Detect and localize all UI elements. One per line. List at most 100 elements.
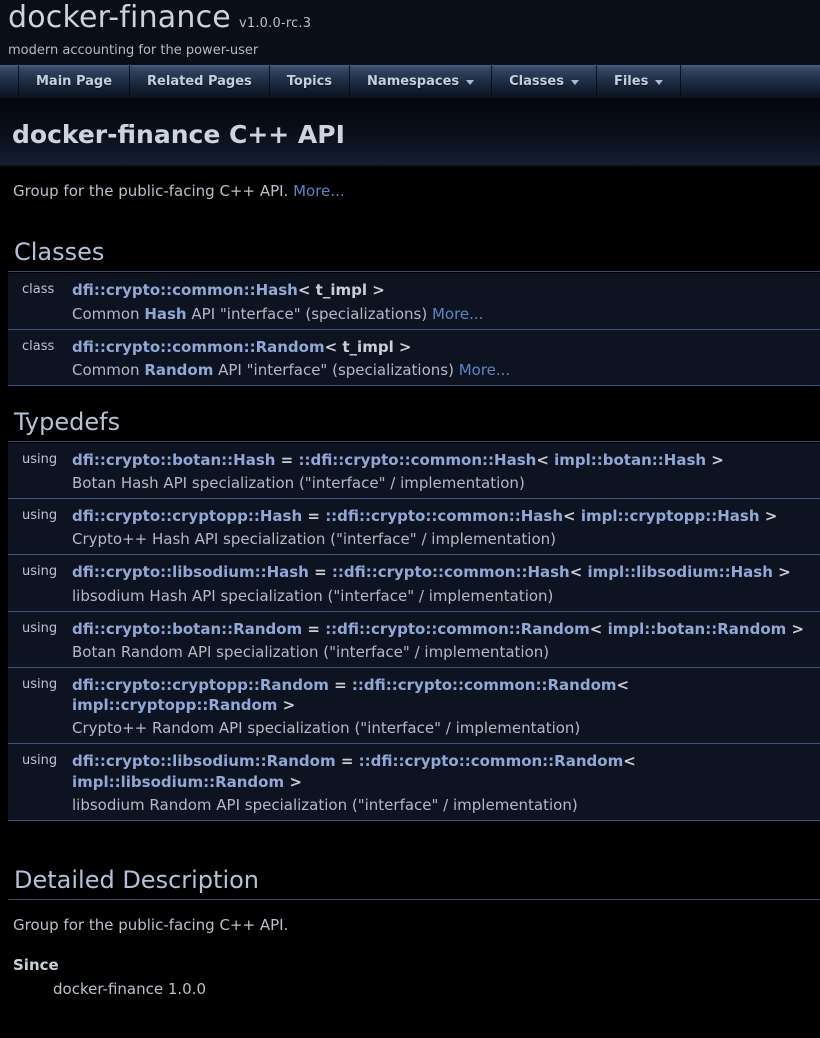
angle-close: >	[760, 507, 778, 525]
typedef-target-link[interactable]: ::dfi::crypto::common::Random	[325, 620, 590, 638]
nav-tab-classes[interactable]: Classes	[491, 65, 596, 98]
nav-tab-main-page-label: Main Page	[36, 74, 112, 89]
nav-tab-topics[interactable]: Topics	[269, 65, 349, 98]
class-more-link[interactable]: More...	[432, 305, 484, 323]
class-more-link[interactable]: More...	[459, 361, 511, 379]
desc-class-link[interactable]: Hash	[144, 305, 186, 323]
nav-tab-namespaces[interactable]: Namespaces	[349, 65, 491, 98]
typedef-impl-link[interactable]: impl::botan::Random	[608, 620, 787, 638]
since-label: Since	[13, 956, 820, 974]
nav-tab-classes-label: Classes	[509, 74, 564, 89]
intro-more-link[interactable]: More...	[293, 182, 345, 200]
nav-tab-related-pages[interactable]: Related Pages	[129, 65, 269, 98]
typedef-kind-label: using	[8, 562, 72, 604]
classes-table: class dfi::crypto::common::Hash< t_impl …	[8, 273, 820, 386]
desc-text: Common	[72, 361, 144, 379]
angle-open: <	[563, 507, 581, 525]
typedef-description: Botan Random API specialization ("interf…	[72, 643, 816, 661]
typedef-target-link[interactable]: ::dfi::crypto::common::Hash	[325, 507, 563, 525]
typedef-name-link[interactable]: dfi::crypto::libsodium::Random	[72, 752, 336, 770]
typedef-name-link[interactable]: dfi::crypto::botan::Hash	[72, 451, 275, 469]
typedef-name-link[interactable]: dfi::crypto::libsodium::Hash	[72, 563, 309, 581]
desc-class-link[interactable]: Random	[144, 361, 213, 379]
angle-open: <	[623, 752, 636, 770]
page-title: docker-finance C++ API	[12, 120, 820, 149]
typedef-declaration: dfi::crypto::libsodium::Random = ::dfi::…	[72, 751, 816, 792]
typedefs-section-heading: Typedefs	[8, 408, 820, 442]
class-name-link[interactable]: dfi::crypto::common::Random	[72, 338, 325, 356]
desc-text: API "interface" (specializations)	[213, 361, 458, 379]
angle-close: >	[277, 696, 295, 714]
detailed-description-heading: Detailed Description	[8, 866, 820, 900]
typedef-declaration: dfi::crypto::cryptopp::Hash = ::dfi::cry…	[72, 506, 816, 526]
since-value: docker-finance 1.0.0	[53, 980, 820, 998]
desc-text: Common	[72, 305, 144, 323]
typedef-impl-link[interactable]: impl::botan::Hash	[554, 451, 706, 469]
angle-open: <	[590, 620, 608, 638]
typedef-row: using dfi::crypto::botan::Random = ::dfi…	[8, 612, 820, 668]
typedef-impl-link[interactable]: impl::libsodium::Hash	[588, 563, 773, 581]
class-declaration: dfi::crypto::common::Random< t_impl >	[72, 337, 816, 357]
typedef-impl-link[interactable]: impl::cryptopp::Random	[72, 696, 277, 714]
class-kind-label: class	[8, 337, 72, 379]
nav-tab-main-page[interactable]: Main Page	[18, 65, 129, 98]
main-nav: Main Page Related Pages Topics Namespace…	[0, 65, 820, 99]
typedef-name-link[interactable]: dfi::crypto::cryptopp::Random	[72, 676, 329, 694]
typedef-description: Botan Hash API specialization ("interfac…	[72, 474, 816, 492]
equals-sign: =	[336, 752, 359, 770]
typedef-declaration: dfi::crypto::botan::Random = ::dfi::cryp…	[72, 619, 816, 639]
classes-section-heading: Classes	[8, 238, 820, 272]
typedef-row: using dfi::crypto::cryptopp::Hash = ::df…	[8, 499, 820, 555]
detailed-description-text: Group for the public-facing C++ API.	[13, 915, 820, 935]
class-description: Common Random API "interface" (specializ…	[72, 361, 816, 379]
angle-close: >	[284, 773, 302, 791]
angle-open: <	[617, 676, 630, 694]
chevron-down-icon	[466, 80, 474, 85]
typedef-row: using dfi::crypto::libsodium::Random = :…	[8, 744, 820, 821]
typedef-target-link[interactable]: ::dfi::crypto::common::Hash	[332, 563, 570, 581]
intro-text-body: Group for the public-facing C++ API.	[13, 182, 293, 200]
intro-text: Group for the public-facing C++ API. Mor…	[13, 181, 820, 201]
typedef-row: using dfi::crypto::libsodium::Hash = ::d…	[8, 555, 820, 611]
class-name-link[interactable]: dfi::crypto::common::Hash	[72, 281, 298, 299]
typedef-kind-label: using	[8, 450, 72, 492]
contents: Group for the public-facing C++ API. Mor…	[0, 181, 820, 1038]
class-row: class dfi::crypto::common::Hash< t_impl …	[8, 273, 820, 329]
angle-open: <	[536, 451, 554, 469]
typedef-impl-link[interactable]: impl::libsodium::Random	[72, 773, 284, 791]
angle-close: >	[773, 563, 791, 581]
angle-close: >	[786, 620, 804, 638]
template-suffix: < t_impl >	[325, 338, 412, 356]
typedef-declaration: dfi::crypto::libsodium::Hash = ::dfi::cr…	[72, 562, 816, 582]
typedef-kind-label: using	[8, 619, 72, 661]
typedef-target-link[interactable]: ::dfi::crypto::common::Random	[352, 676, 617, 694]
typedef-kind-label: using	[8, 751, 72, 814]
typedef-impl-link[interactable]: impl::cryptopp::Hash	[581, 507, 760, 525]
project-name-text: docker-finance	[8, 0, 231, 35]
desc-text: API "interface" (specializations)	[187, 305, 432, 323]
typedef-name-link[interactable]: dfi::crypto::cryptopp::Hash	[72, 507, 302, 525]
typedef-kind-label: using	[8, 506, 72, 548]
typedef-row: using dfi::crypto::cryptopp::Random = ::…	[8, 668, 820, 745]
typedef-declaration: dfi::crypto::cryptopp::Random = ::dfi::c…	[72, 675, 816, 716]
equals-sign: =	[302, 507, 325, 525]
nav-tab-files[interactable]: Files	[596, 65, 681, 98]
nav-tab-topics-label: Topics	[287, 74, 332, 89]
since-block: Since docker-finance 1.0.0	[13, 956, 820, 998]
equals-sign: =	[302, 620, 325, 638]
equals-sign: =	[275, 451, 298, 469]
equals-sign: =	[329, 676, 352, 694]
nav-tab-namespaces-label: Namespaces	[367, 74, 459, 89]
typedef-declaration: dfi::crypto::botan::Hash = ::dfi::crypto…	[72, 450, 816, 470]
typedefs-table: using dfi::crypto::botan::Hash = ::dfi::…	[8, 443, 820, 821]
page-header: docker-finance C++ API	[0, 99, 820, 166]
typedef-target-link[interactable]: ::dfi::crypto::common::Hash	[298, 451, 536, 469]
project-version: v1.0.0-rc.3	[239, 16, 311, 31]
class-row: class dfi::crypto::common::Random< t_imp…	[8, 330, 820, 386]
typedef-row: using dfi::crypto::botan::Hash = ::dfi::…	[8, 443, 820, 499]
nav-tab-related-pages-label: Related Pages	[147, 74, 252, 89]
equals-sign: =	[309, 563, 332, 581]
typedef-name-link[interactable]: dfi::crypto::botan::Random	[72, 620, 302, 638]
typedef-kind-label: using	[8, 675, 72, 738]
typedef-target-link[interactable]: ::dfi::crypto::common::Random	[359, 752, 624, 770]
